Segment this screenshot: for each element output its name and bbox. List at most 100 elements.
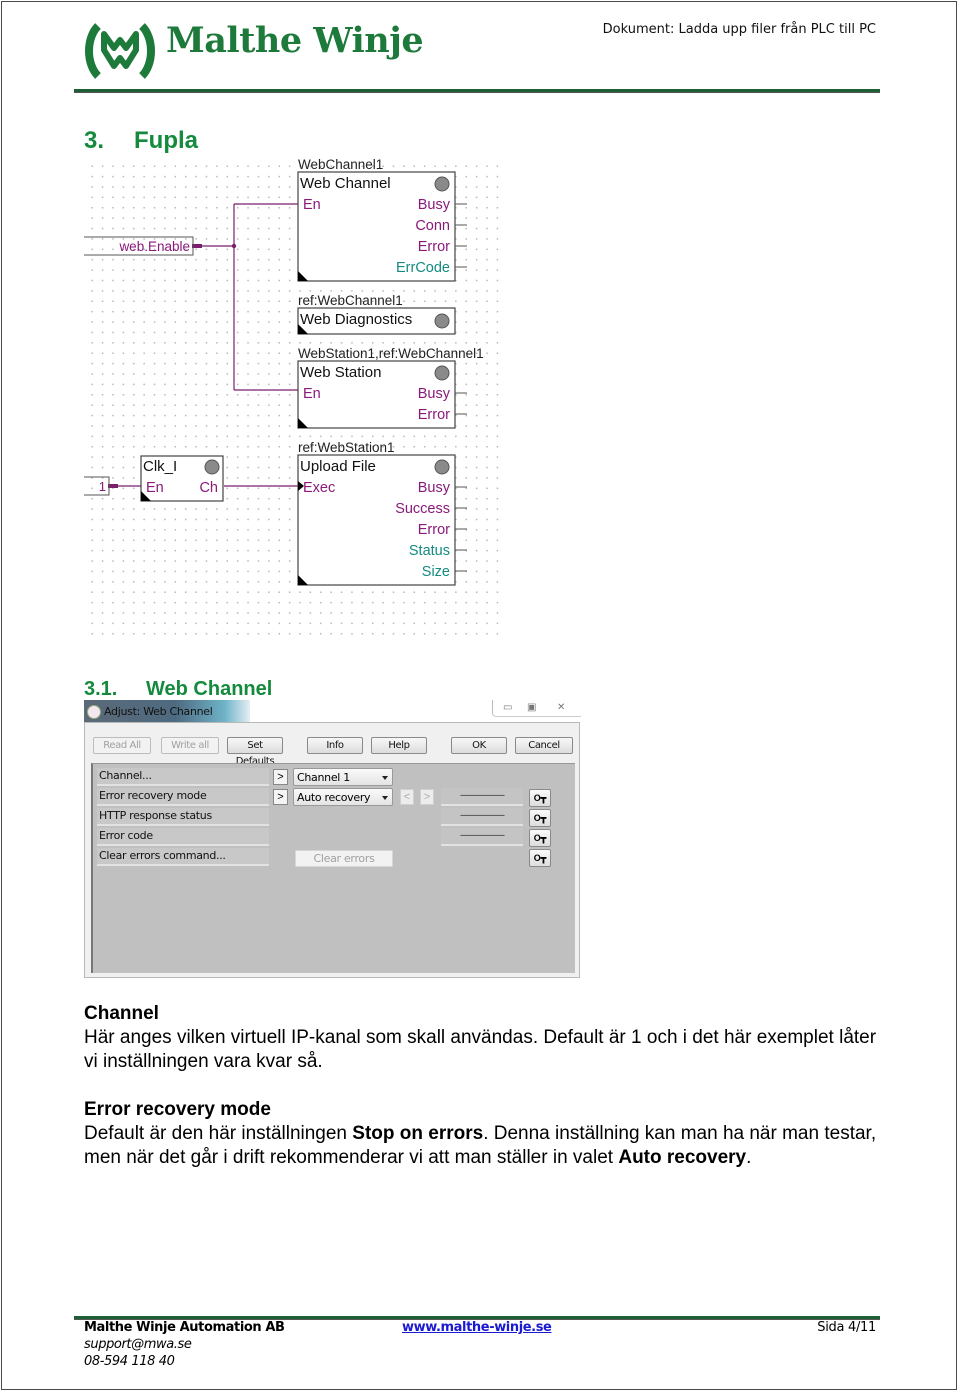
pin-exec: Exec xyxy=(303,480,335,496)
property-label-channel[interactable]: Channel... xyxy=(97,768,269,786)
pin-error: Error xyxy=(418,522,450,538)
channel-body: Här anges vilken virtuell IP-kanal som s… xyxy=(84,1027,877,1072)
next-button[interactable]: > xyxy=(420,789,434,805)
pin-conn: Conn xyxy=(415,218,450,234)
info-button[interactable]: Info xyxy=(307,737,363,754)
status-led-icon xyxy=(204,459,220,475)
key-icon[interactable]: O┳ xyxy=(529,849,551,867)
key-icon[interactable]: O┳ xyxy=(529,789,551,807)
properties-panel: Channel... Error recovery mode HTTP resp… xyxy=(91,763,575,973)
block-clk-i[interactable]: Clk_I En Ch xyxy=(140,455,224,502)
key-icon[interactable]: O┳ xyxy=(529,809,551,827)
status-led-icon xyxy=(434,365,450,381)
footer-email: support@mwa.se xyxy=(84,1337,192,1352)
text-run: Default är den här inställningen xyxy=(84,1123,353,1144)
cancel-button[interactable]: Cancel xyxy=(515,737,573,754)
block-web-diagnostics[interactable]: ref:WebChannel1 Web Diagnostics xyxy=(297,293,456,335)
block-title: Upload File xyxy=(300,458,376,475)
dialog-title: Adjust: Web Channel xyxy=(104,705,213,718)
section-title: Fupla xyxy=(134,127,198,154)
block-title: Web Station xyxy=(300,364,381,381)
channel-select[interactable]: Channel 1 xyxy=(293,768,393,786)
property-label-http-response-status[interactable]: HTTP response status xyxy=(97,808,269,826)
error-recovery-body: Default är den här inställningen Stop on… xyxy=(84,1122,884,1170)
input-constant-1[interactable]: 1 xyxy=(84,476,110,496)
block-instance-label: WebStation1,ref:WebChannel1 xyxy=(298,346,484,361)
write-all-button[interactable]: Write all xyxy=(161,737,219,754)
app-icon xyxy=(87,705,101,719)
clear-errors-button[interactable]: Clear errors xyxy=(295,850,393,867)
subsection-heading: 3.1. Web Channel xyxy=(84,678,272,701)
help-button[interactable]: Help xyxy=(371,737,427,754)
key-icon[interactable]: O┳ xyxy=(529,829,551,847)
pin-error: Error xyxy=(418,407,450,423)
block-title: Web Channel xyxy=(300,175,391,192)
block-upload-file[interactable]: ref:WebStation1 Upload File Exec Busy Su… xyxy=(297,440,467,586)
block-web-station[interactable]: WebStation1,ref:WebChannel1 Web Station … xyxy=(297,346,484,429)
emphasis-stop-on-errors: Stop on errors xyxy=(352,1123,484,1144)
input-label: 1 xyxy=(99,479,106,494)
section-heading: 3. Fupla xyxy=(84,127,198,155)
subsection-title: Web Channel xyxy=(146,678,273,700)
section-number: 3. xyxy=(84,127,105,154)
read-all-button[interactable]: Read All xyxy=(93,737,151,754)
dialog-title-bar[interactable]: Adjust: Web Channel xyxy=(84,700,250,722)
footer-company: Malthe Winje Automation AB xyxy=(84,1320,285,1335)
pin-ch: Ch xyxy=(199,480,218,496)
subsection-number: 3.1. xyxy=(84,678,118,700)
ok-button[interactable]: OK xyxy=(451,737,507,754)
block-title: Clk_I xyxy=(143,458,177,475)
previous-button[interactable]: < xyxy=(400,789,414,805)
pin-status: Status xyxy=(409,543,450,559)
malthe-winje-logo-icon xyxy=(85,23,155,79)
property-label-error-recovery-mode[interactable]: Error recovery mode xyxy=(97,788,269,806)
fupla-diagram: web.Enable 1 WebChannel1 Web Channel En … xyxy=(84,157,500,640)
pin-busy: Busy xyxy=(418,197,451,213)
set-defaults-button[interactable]: Set Defaults xyxy=(227,737,283,767)
status-led-icon xyxy=(434,313,450,329)
text-run: . xyxy=(746,1147,752,1168)
pin-en: En xyxy=(303,197,321,213)
error-recovery-mode-value: Auto recovery xyxy=(297,791,371,804)
block-instance-label: ref:WebChannel1 xyxy=(298,293,403,308)
block-title: Web Diagnostics xyxy=(300,311,412,328)
minimize-icon[interactable]: ▭ xyxy=(503,702,512,713)
pin-errcode: ErrCode xyxy=(396,260,450,276)
input-web-enable[interactable]: web.Enable xyxy=(84,236,194,256)
status-led-icon xyxy=(434,176,450,192)
property-label-error-code[interactable]: Error code xyxy=(97,828,269,846)
footer-phone: 08-594 118 40 xyxy=(84,1354,175,1369)
error-recovery-description: Error recovery mode Default är den här i… xyxy=(84,1098,884,1170)
chevron-down-icon xyxy=(382,776,388,780)
page-number: Sida 4/11 xyxy=(817,1320,876,1335)
channel-heading: Channel xyxy=(84,1003,159,1024)
restore-icon[interactable]: ▣ xyxy=(527,702,536,713)
http-response-status-value: ---------------------- xyxy=(441,808,523,826)
status-led-icon xyxy=(434,459,450,475)
emphasis-auto-recovery: Auto recovery xyxy=(618,1147,747,1168)
block-web-channel[interactable]: WebChannel1 Web Channel En Busy Conn Err… xyxy=(297,157,467,282)
fupla-canvas: web.Enable 1 WebChannel1 Web Channel En … xyxy=(84,157,484,586)
adjust-web-channel-dialog: Adjust: Web Channel ▭ ▣ ✕ Read All Write… xyxy=(84,700,581,978)
expand-error-recovery-button[interactable]: > xyxy=(273,789,288,805)
channel-description: Channel Här anges vilken virtuell IP-kan… xyxy=(84,1002,884,1074)
pin-busy: Busy xyxy=(418,386,451,402)
wire-junction-dot xyxy=(231,243,237,249)
dialog-body: Read All Write all Set Defaults Info Hel… xyxy=(84,722,580,978)
pin-busy: Busy xyxy=(418,480,451,496)
channel-select-value: Channel 1 xyxy=(297,771,350,784)
pin-en: En xyxy=(303,386,321,402)
header-divider xyxy=(74,89,880,93)
property-label-clear-errors-command[interactable]: Clear errors command... xyxy=(97,848,269,866)
chevron-down-icon xyxy=(382,796,388,800)
pin-error: Error xyxy=(418,239,450,255)
window-controls: ▭ ▣ ✕ xyxy=(492,700,581,717)
expand-channel-button[interactable]: > xyxy=(273,769,288,785)
block-instance-label: ref:WebStation1 xyxy=(298,440,395,455)
pin-success: Success xyxy=(395,501,450,517)
error-recovery-status-value: ---------------------- xyxy=(441,788,523,806)
error-recovery-mode-select[interactable]: Auto recovery xyxy=(293,788,393,806)
close-icon[interactable]: ✕ xyxy=(557,702,565,713)
pin-size: Size xyxy=(422,564,450,580)
footer-website-link[interactable]: www.malthe-winje.se xyxy=(402,1320,552,1335)
